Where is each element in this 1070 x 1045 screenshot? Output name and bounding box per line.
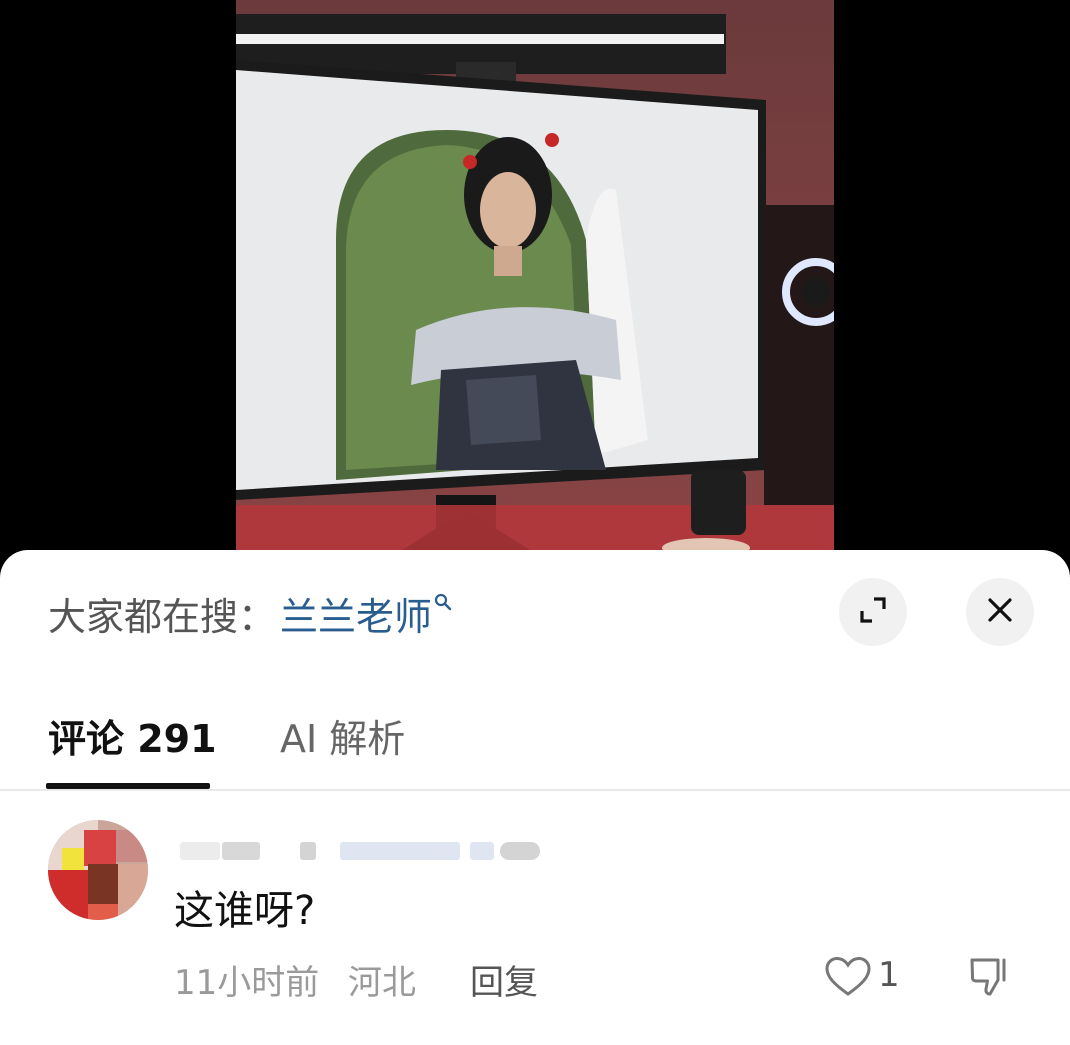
expand-button[interactable]: [839, 578, 907, 646]
heart-icon[interactable]: [824, 956, 872, 1002]
tab-comments[interactable]: 评论 291: [48, 708, 217, 763]
trending-search-label: 大家都在搜：: [48, 594, 277, 639]
thumbs-down-icon[interactable]: [968, 954, 1012, 1002]
comment-location: 河北: [348, 963, 416, 1003]
reply-button[interactable]: 回复: [470, 955, 538, 1004]
tabs-divider: [0, 789, 1070, 791]
video-frame[interactable]: [236, 0, 834, 560]
video-still-image: [236, 14, 834, 560]
close-button[interactable]: [966, 578, 1034, 646]
avatar[interactable]: [48, 820, 148, 920]
like-count: 1: [878, 955, 900, 995]
username-redacted: [180, 838, 550, 864]
trending-search[interactable]: 大家都在搜： 兰兰老师: [48, 586, 452, 641]
expand-icon: [856, 593, 890, 631]
close-icon: [985, 595, 1015, 629]
comment-sheet: 大家都在搜： 兰兰老师 评论 291 AI 解析 这谁呀? 11小时前 河北 回…: [0, 550, 1070, 1045]
trending-search-term[interactable]: 兰兰老师: [280, 586, 432, 641]
video-player[interactable]: [0, 0, 1070, 560]
expand-replies-link[interactable]: 展开34条回复: [258, 1036, 446, 1045]
comment-text: 这谁呀?: [174, 888, 316, 934]
search-icon[interactable]: [434, 593, 452, 615]
comment-time: 11小时前: [174, 963, 320, 1003]
tab-ai-analysis[interactable]: AI 解析: [280, 708, 405, 763]
